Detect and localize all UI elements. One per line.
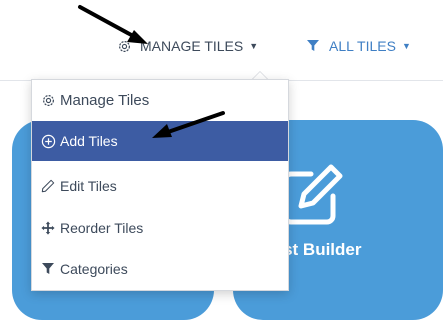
menu-item-label: Reorder Tiles — [60, 220, 144, 236]
manage-tiles-button[interactable]: MANAGE TILES ▼ — [116, 35, 258, 57]
filter-icon — [40, 261, 56, 277]
chevron-down-icon: ▼ — [401, 41, 411, 51]
dropdown-header: Manage Tiles — [32, 80, 288, 121]
filter-icon — [305, 38, 321, 54]
menu-item-add-tiles[interactable]: Add Tiles — [32, 121, 288, 161]
menu-item-edit-tiles[interactable]: Edit Tiles — [32, 166, 288, 206]
manage-tiles-dropdown: Manage Tiles Add Tiles Edit Tiles Reorde… — [31, 79, 289, 291]
gear-icon — [40, 93, 56, 109]
manage-tiles-label: MANAGE TILES — [140, 38, 244, 54]
plus-circle-icon — [40, 133, 56, 149]
pencil-icon — [40, 178, 56, 194]
top-toolbar: MANAGE TILES ▼ ALL TILES ▼ — [0, 0, 443, 80]
dropdown-header-label: Manage Tiles — [60, 92, 150, 109]
move-icon — [40, 220, 56, 236]
all-tiles-filter-button[interactable]: ALL TILES ▼ — [305, 35, 411, 57]
menu-item-reorder-tiles[interactable]: Reorder Tiles — [32, 208, 288, 248]
menu-item-label: Add Tiles — [60, 133, 118, 149]
chevron-down-icon: ▼ — [249, 41, 259, 51]
menu-item-label: Categories — [60, 261, 128, 277]
gear-icon — [116, 38, 132, 54]
menu-item-label: Edit Tiles — [60, 178, 117, 194]
menu-item-categories[interactable]: Categories — [32, 249, 288, 289]
all-tiles-label: ALL TILES — [329, 38, 396, 54]
